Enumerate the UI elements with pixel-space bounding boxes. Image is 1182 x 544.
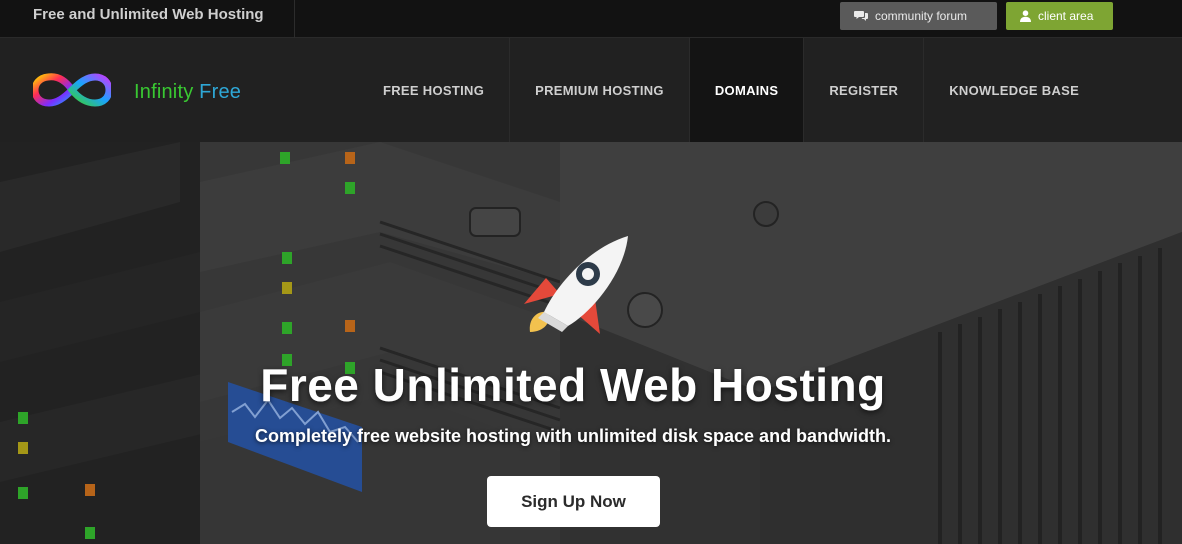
comments-icon xyxy=(854,10,868,22)
client-area-button[interactable]: client area xyxy=(1006,2,1113,30)
client-area-label: client area xyxy=(1038,9,1094,23)
sign-up-button[interactable]: Sign Up Now xyxy=(487,476,660,527)
nav-knowledge-base[interactable]: KNOWLEDGE BASE xyxy=(924,38,1104,142)
brand-word-infinity: Infinity xyxy=(134,81,194,103)
community-forum-label: community forum xyxy=(875,9,968,23)
nav-register[interactable]: REGISTER xyxy=(804,38,925,142)
infinity-logo-icon xyxy=(31,67,113,118)
nav-free-hosting[interactable]: FREE HOSTING xyxy=(358,38,511,142)
hero-section: Free Unlimited Web Hosting Completely fr… xyxy=(0,142,1182,544)
hero-subtitle: Completely free website hosting with unl… xyxy=(254,426,892,446)
main-nav: FREE HOSTING PREMIUM HOSTING DOMAINS REG… xyxy=(358,38,1104,142)
main-navbar: Infinity Free FREE HOSTING PREMIUM HOSTI… xyxy=(0,38,1182,142)
brand-word-free: Free xyxy=(199,81,242,103)
nav-domains[interactable]: DOMAINS xyxy=(689,38,805,142)
hero-title: Free Unlimited Web Hosting xyxy=(260,359,886,411)
site-logo[interactable]: Infinity Free xyxy=(31,67,241,118)
rocket-icon xyxy=(516,234,634,351)
top-bar: Free and Unlimited Web Hosting community… xyxy=(0,0,1182,38)
community-forum-button[interactable]: community forum xyxy=(840,2,997,30)
nav-premium-hosting[interactable]: PREMIUM HOSTING xyxy=(510,38,690,142)
site-tagline: Free and Unlimited Web Hosting xyxy=(0,0,295,38)
user-icon xyxy=(1020,10,1031,22)
brand-name: Infinity Free xyxy=(134,81,241,104)
